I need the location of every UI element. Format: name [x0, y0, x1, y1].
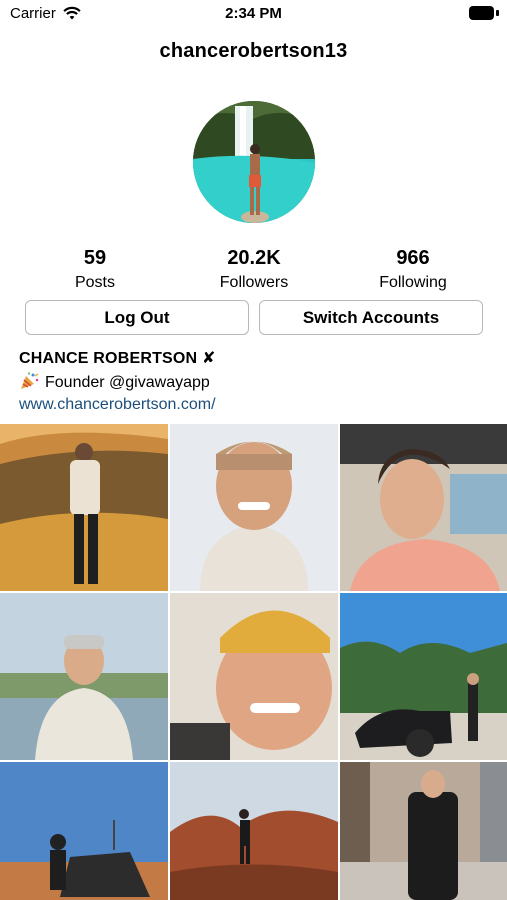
- switch-accounts-button[interactable]: Switch Accounts: [259, 300, 483, 335]
- post-thumbnail[interactable]: [170, 762, 338, 900]
- followers-label: Followers: [219, 274, 289, 291]
- stat-followers[interactable]: 20.2K Followers: [194, 246, 314, 294]
- party-popper-icon: [19, 372, 39, 390]
- following-label: Following: [379, 274, 447, 291]
- post-thumbnail[interactable]: [340, 762, 507, 900]
- post-thumbnail[interactable]: [0, 762, 168, 900]
- status-bar: Carrier 2:34 PM: [0, 0, 507, 28]
- stat-posts[interactable]: 59 Posts: [35, 246, 155, 294]
- log-out-button[interactable]: Log Out: [25, 300, 249, 335]
- post-thumbnail[interactable]: [340, 593, 507, 760]
- posts-label: Posts: [74, 274, 115, 291]
- profile-avatar[interactable]: [193, 101, 315, 223]
- clock: 2:34 PM: [225, 5, 282, 22]
- profile-username: chancerobertson13: [159, 40, 348, 62]
- followers-count: 20.2K: [227, 247, 281, 269]
- post-thumbnail[interactable]: [0, 424, 168, 591]
- bio-text: Founder @givawayapp: [45, 374, 210, 391]
- stat-following[interactable]: 966 Following: [353, 246, 473, 294]
- post-thumbnail[interactable]: [170, 424, 338, 591]
- post-thumbnail[interactable]: [170, 593, 338, 760]
- website-link[interactable]: www.chancerobertson.com/: [19, 396, 216, 414]
- post-thumbnail[interactable]: [0, 593, 168, 760]
- battery-icon: [469, 6, 499, 20]
- display-name: CHANCE ROBERTSON ✘: [19, 350, 216, 367]
- posts-count: 59: [83, 247, 107, 269]
- post-grid: [0, 424, 507, 900]
- following-count: 966: [396, 247, 430, 269]
- post-thumbnail[interactable]: [340, 424, 507, 591]
- bio-line: Founder @givawayapp: [19, 372, 210, 392]
